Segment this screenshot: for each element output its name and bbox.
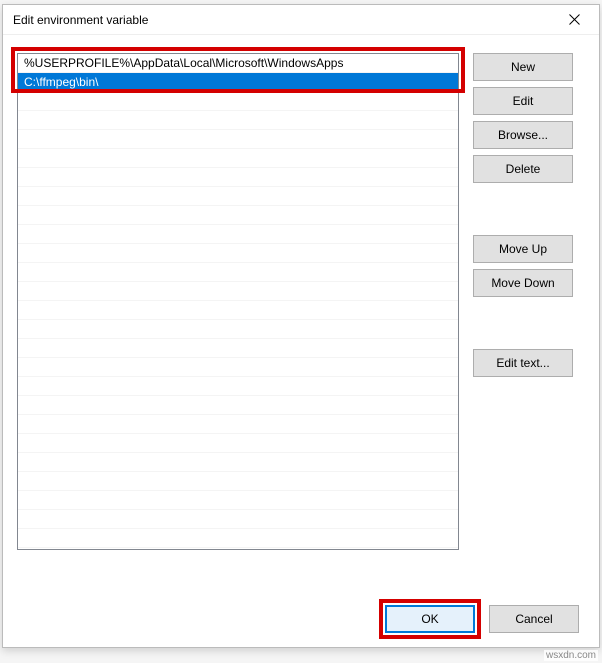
new-button[interactable]: New [473, 53, 573, 81]
watermark: wsxdn.com [544, 650, 598, 661]
list-item[interactable] [18, 453, 458, 472]
ok-button[interactable]: OK [385, 605, 475, 633]
list-item[interactable] [18, 111, 458, 130]
list-wrapper: %USERPROFILE%\AppData\Local\Microsoft\Wi… [17, 53, 459, 591]
edit-button[interactable]: Edit [473, 87, 573, 115]
path-list[interactable]: %USERPROFILE%\AppData\Local\Microsoft\Wi… [17, 53, 459, 550]
dialog-body: %USERPROFILE%\AppData\Local\Microsoft\Wi… [3, 35, 599, 647]
list-item[interactable] [18, 472, 458, 491]
footer-row: OK Cancel [17, 591, 585, 633]
titlebar: Edit environment variable [3, 5, 599, 35]
list-item[interactable] [18, 510, 458, 529]
close-button[interactable] [555, 6, 593, 34]
cancel-button[interactable]: Cancel [489, 605, 579, 633]
list-item-selected[interactable] [18, 73, 458, 92]
close-icon [569, 14, 580, 25]
list-item[interactable] [18, 130, 458, 149]
list-item[interactable] [18, 529, 458, 548]
list-item[interactable] [18, 206, 458, 225]
list-item[interactable] [18, 225, 458, 244]
list-item[interactable] [18, 187, 458, 206]
list-item[interactable] [18, 301, 458, 320]
move-down-button[interactable]: Move Down [473, 269, 573, 297]
side-button-column: New Edit Browse... Delete Move Up Move D… [473, 53, 573, 591]
edit-env-var-dialog: Edit environment variable %USERPROFILE%\… [2, 4, 600, 648]
list-item[interactable] [18, 168, 458, 187]
spacer [473, 189, 573, 229]
list-item[interactable]: %USERPROFILE%\AppData\Local\Microsoft\Wi… [18, 54, 458, 73]
browse-button[interactable]: Browse... [473, 121, 573, 149]
list-item[interactable] [18, 149, 458, 168]
dialog-title: Edit environment variable [13, 13, 555, 27]
list-item[interactable] [18, 263, 458, 282]
list-item[interactable] [18, 244, 458, 263]
list-item[interactable] [18, 358, 458, 377]
list-item[interactable] [18, 396, 458, 415]
move-up-button[interactable]: Move Up [473, 235, 573, 263]
spacer [473, 303, 573, 343]
list-item[interactable] [18, 434, 458, 453]
ok-wrapper: OK [385, 605, 475, 633]
path-edit-input[interactable] [24, 73, 452, 92]
list-item[interactable] [18, 339, 458, 358]
list-item[interactable] [18, 282, 458, 301]
list-item[interactable] [18, 491, 458, 510]
content-row: %USERPROFILE%\AppData\Local\Microsoft\Wi… [17, 53, 585, 591]
list-item[interactable] [18, 92, 458, 111]
list-item[interactable] [18, 377, 458, 396]
delete-button[interactable]: Delete [473, 155, 573, 183]
edit-text-button[interactable]: Edit text... [473, 349, 573, 377]
list-item[interactable] [18, 415, 458, 434]
list-item[interactable] [18, 320, 458, 339]
